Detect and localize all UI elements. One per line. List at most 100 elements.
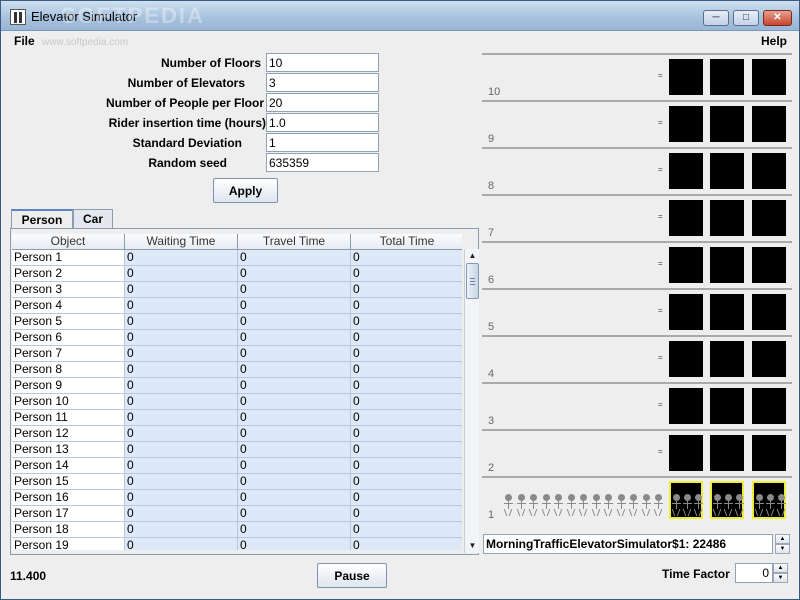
- cell-value[interactable]: 0: [238, 458, 351, 474]
- column-header-object[interactable]: Object: [12, 234, 125, 250]
- cell-value[interactable]: 0: [238, 442, 351, 458]
- menu-help[interactable]: Help: [761, 34, 787, 48]
- table-row[interactable]: Person 15 0 0 0: [12, 474, 462, 490]
- cell-object[interactable]: Person 3: [12, 282, 125, 298]
- cell-value[interactable]: 0: [351, 538, 462, 550]
- scroll-down-icon[interactable]: ▼: [466, 539, 479, 552]
- cell-value[interactable]: 0: [238, 506, 351, 522]
- cell-value[interactable]: 0: [125, 442, 238, 458]
- simulator-status-field[interactable]: MorningTrafficElevatorSimulator$1: 22486: [483, 534, 773, 554]
- cell-value[interactable]: 0: [125, 362, 238, 378]
- maximize-icon[interactable]: □: [733, 10, 759, 26]
- cell-value[interactable]: 0: [238, 410, 351, 426]
- cell-object[interactable]: Person 18: [12, 522, 125, 538]
- cell-object[interactable]: Person 8: [12, 362, 125, 378]
- random-seed-input[interactable]: [266, 153, 379, 172]
- table-row[interactable]: Person 12 0 0 0: [12, 426, 462, 442]
- cell-value[interactable]: 0: [238, 298, 351, 314]
- floors-input[interactable]: [266, 53, 379, 72]
- table-row[interactable]: Person 13 0 0 0: [12, 442, 462, 458]
- cell-object[interactable]: Person 2: [12, 266, 125, 282]
- cell-object[interactable]: Person 1: [12, 250, 125, 266]
- time-factor-input[interactable]: 0: [735, 563, 773, 583]
- cell-value[interactable]: 0: [351, 266, 462, 282]
- table-row[interactable]: Person 6000: [12, 330, 462, 346]
- cell-value[interactable]: 0: [351, 346, 462, 362]
- cell-value[interactable]: 0: [125, 506, 238, 522]
- tab-car[interactable]: Car: [73, 209, 113, 229]
- cell-value[interactable]: 0: [238, 282, 351, 298]
- table-row[interactable]: Person 4000: [12, 298, 462, 314]
- spinner-down-icon[interactable]: ▼: [773, 573, 788, 583]
- cell-value[interactable]: 0: [238, 394, 351, 410]
- apply-button[interactable]: Apply: [213, 178, 278, 203]
- cell-object[interactable]: Person 4: [12, 298, 125, 314]
- people-per-floor-input[interactable]: [266, 93, 379, 112]
- table-row[interactable]: Person 18 0 0 0: [12, 522, 462, 538]
- cell-value[interactable]: 0: [238, 474, 351, 490]
- column-header-total-time[interactable]: Total Time: [351, 234, 462, 250]
- spinner-up-icon[interactable]: ▲: [775, 534, 790, 544]
- table-row[interactable]: Person 19 0 0 0: [12, 538, 462, 550]
- cell-value[interactable]: 0: [125, 490, 238, 506]
- table-row[interactable]: Person 10 0 0 0: [12, 394, 462, 410]
- cell-value[interactable]: 0: [351, 426, 462, 442]
- cell-value[interactable]: 0: [351, 522, 462, 538]
- cell-value[interactable]: 0: [125, 474, 238, 490]
- table-row[interactable]: Person 3000: [12, 282, 462, 298]
- table-row[interactable]: Person 11 0 0 0: [12, 410, 462, 426]
- cell-object[interactable]: Person 17: [12, 506, 125, 522]
- cell-value[interactable]: 0: [351, 458, 462, 474]
- cell-value[interactable]: 0: [125, 266, 238, 282]
- table-row[interactable]: Person 9000: [12, 378, 462, 394]
- cell-value[interactable]: 0: [238, 538, 351, 550]
- cell-value[interactable]: 0: [125, 282, 238, 298]
- cell-object[interactable]: Person 14: [12, 458, 125, 474]
- cell-value[interactable]: 0: [125, 378, 238, 394]
- cell-value[interactable]: 0: [351, 490, 462, 506]
- cell-value[interactable]: 0: [351, 378, 462, 394]
- table-row[interactable]: Person 1000: [12, 250, 462, 266]
- std-deviation-input[interactable]: [266, 133, 379, 152]
- cell-value[interactable]: 0: [351, 394, 462, 410]
- cell-object[interactable]: Person 13: [12, 442, 125, 458]
- column-header-waiting-time[interactable]: Waiting Time: [125, 234, 238, 250]
- cell-object[interactable]: Person 12: [12, 426, 125, 442]
- cell-value[interactable]: 0: [238, 314, 351, 330]
- table-row[interactable]: Person 16 0 0 0: [12, 490, 462, 506]
- elevators-input[interactable]: [266, 73, 379, 92]
- cell-value[interactable]: 0: [125, 346, 238, 362]
- table-row[interactable]: Person 2000: [12, 266, 462, 282]
- scroll-thumb[interactable]: [466, 263, 479, 299]
- table-row[interactable]: Person 14 0 0 0: [12, 458, 462, 474]
- cell-object[interactable]: Person 5: [12, 314, 125, 330]
- status-spinner[interactable]: ▲ ▼: [775, 534, 790, 554]
- cell-value[interactable]: 0: [351, 330, 462, 346]
- cell-object[interactable]: Person 6: [12, 330, 125, 346]
- cell-value[interactable]: 0: [238, 490, 351, 506]
- close-icon[interactable]: ✕: [763, 10, 792, 26]
- cell-value[interactable]: 0: [238, 250, 351, 266]
- cell-object[interactable]: Person 11: [12, 410, 125, 426]
- cell-value[interactable]: 0: [238, 266, 351, 282]
- cell-value[interactable]: 0: [238, 362, 351, 378]
- cell-value[interactable]: 0: [351, 506, 462, 522]
- cell-object[interactable]: Person 19: [12, 538, 125, 550]
- column-header-travel-time[interactable]: Travel Time: [238, 234, 351, 250]
- cell-value[interactable]: 0: [351, 410, 462, 426]
- cell-object[interactable]: Person 7: [12, 346, 125, 362]
- menu-file[interactable]: File: [14, 34, 35, 48]
- cell-value[interactable]: 0: [125, 522, 238, 538]
- cell-object[interactable]: Person 10: [12, 394, 125, 410]
- table-row[interactable]: Person 17 0 0 0: [12, 506, 462, 522]
- cell-value[interactable]: 0: [238, 346, 351, 362]
- cell-value[interactable]: 0: [238, 330, 351, 346]
- tab-person[interactable]: Person: [11, 209, 73, 229]
- insertion-time-input[interactable]: [266, 113, 379, 132]
- cell-value[interactable]: 0: [125, 330, 238, 346]
- minimize-icon[interactable]: ─: [703, 10, 729, 26]
- title-bar[interactable]: Elevator Simulator SOFTPEDIA ─ □ ✕: [1, 1, 799, 31]
- cell-value[interactable]: 0: [238, 378, 351, 394]
- table-row[interactable]: Person 8000: [12, 362, 462, 378]
- cell-value[interactable]: 0: [238, 522, 351, 538]
